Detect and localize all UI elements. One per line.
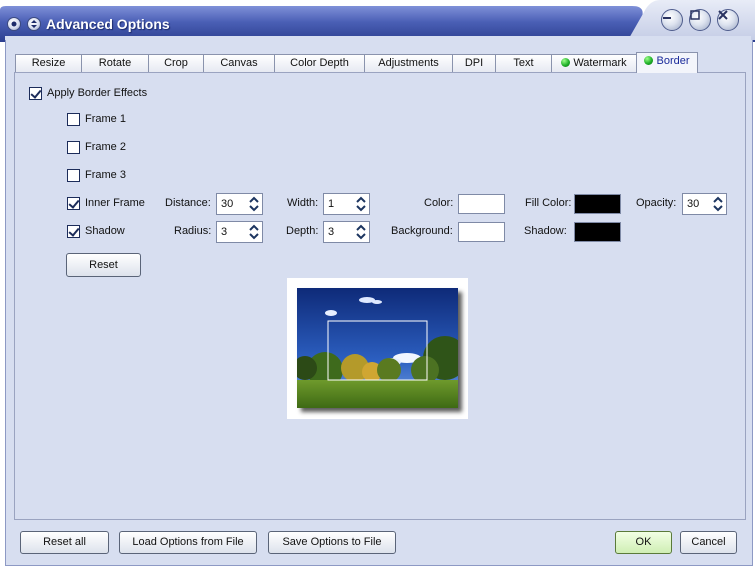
border-preview	[287, 278, 468, 419]
tab-label: Canvas	[220, 57, 258, 69]
spinner-arrows-icon[interactable]	[354, 195, 368, 213]
window-title: Advanced Options	[46, 16, 170, 32]
cancel-button[interactable]: Cancel	[680, 531, 737, 554]
tab-label: Border	[656, 55, 690, 67]
frame2-checkbox[interactable]	[67, 141, 80, 154]
load-options-button[interactable]: Load Options from File	[119, 531, 257, 554]
load-options-label: Load Options from File	[132, 536, 244, 548]
green-dot-icon	[644, 56, 654, 65]
tab-label: Color Depth	[290, 57, 349, 69]
save-options-label: Save Options to File	[282, 536, 382, 548]
depth-value: 3	[328, 226, 335, 238]
radius-label: Radius:	[174, 225, 212, 237]
tab-label: Text	[513, 57, 534, 69]
maximize-icon	[690, 10, 700, 20]
tab-dpi[interactable]: DPI	[452, 54, 496, 72]
reset-all-label: Reset all	[43, 536, 86, 548]
opacity-label: Opacity:	[636, 197, 677, 209]
tab-crop[interactable]: Crop	[148, 54, 204, 72]
fill-color-label: Fill Color:	[525, 197, 572, 209]
frame3-label: Frame 3	[85, 169, 126, 181]
radius-spinner[interactable]: 3	[216, 221, 263, 243]
minimize-button[interactable]	[661, 9, 683, 31]
shadow-checkbox[interactable]	[67, 225, 80, 238]
tab-text[interactable]: Text	[495, 54, 552, 72]
color-label: Color:	[424, 197, 454, 209]
tab-label: Resize	[31, 57, 66, 69]
tab-label: Watermark	[573, 57, 627, 69]
opacity-spinner[interactable]: 30	[682, 193, 727, 215]
tab-label: Rotate	[98, 57, 132, 69]
landscape-photo	[297, 288, 458, 408]
close-button[interactable]	[717, 9, 739, 31]
reset-button[interactable]: Reset	[66, 253, 141, 277]
frame2-label: Frame 2	[85, 141, 126, 153]
frame-color-swatch[interactable]	[458, 194, 505, 214]
ok-button[interactable]: OK	[615, 531, 672, 554]
close-icon	[718, 10, 728, 20]
save-options-button[interactable]: Save Options to File	[268, 531, 396, 554]
tab-adjustments[interactable]: Adjustments	[364, 54, 453, 72]
roll-up-button[interactable]	[27, 17, 41, 31]
apply-border-effects-checkbox[interactable]	[29, 87, 42, 100]
system-menu-button[interactable]	[7, 17, 21, 31]
shadow-label: Shadow	[85, 225, 125, 237]
radius-value: 3	[221, 226, 228, 238]
tab-label: Adjustments	[378, 57, 439, 69]
opacity-value: 30	[687, 198, 700, 210]
reset-all-button[interactable]: Reset all	[20, 531, 109, 554]
tab-label: DPI	[464, 57, 484, 69]
up-down-arrows-icon	[31, 20, 37, 28]
tab-color-depth[interactable]: Color Depth	[274, 54, 365, 72]
cancel-label: Cancel	[691, 536, 726, 548]
shadow-color-label: Shadow:	[524, 225, 567, 237]
tab-watermark[interactable]: Watermark	[551, 54, 637, 72]
tab-resize[interactable]: Resize	[15, 54, 82, 72]
frame1-checkbox[interactable]	[67, 113, 80, 126]
reset-button-label: Reset	[89, 259, 118, 271]
frame1-label: Frame 1	[85, 113, 126, 125]
spinner-arrows-icon[interactable]	[354, 223, 368, 241]
tab-canvas[interactable]: Canvas	[203, 54, 275, 72]
preview-landscape-image	[297, 288, 458, 408]
spinner-arrows-icon[interactable]	[247, 195, 261, 213]
fill-color-swatch[interactable]	[574, 194, 621, 214]
background-color-swatch[interactable]	[458, 222, 505, 242]
width-spinner[interactable]: 1	[323, 193, 370, 215]
distance-spinner[interactable]: 30	[216, 193, 263, 215]
shadow-color-swatch[interactable]	[574, 222, 621, 242]
apply-border-effects-label: Apply Border Effects	[47, 87, 148, 99]
inner-frame-label: Inner Frame	[85, 197, 145, 209]
inner-frame-checkbox[interactable]	[67, 197, 80, 210]
depth-spinner[interactable]: 3	[323, 221, 370, 243]
background-label: Background:	[391, 225, 453, 237]
width-value: 1	[328, 198, 335, 210]
green-dot-icon	[561, 58, 571, 67]
distance-label: Distance:	[165, 197, 211, 209]
tab-border[interactable]: Border	[636, 52, 698, 73]
minimize-icon	[663, 17, 671, 19]
title-bar[interactable]: Advanced Options	[0, 0, 755, 42]
distance-value: 30	[221, 198, 234, 210]
ok-label: OK	[635, 536, 652, 548]
tab-rotate[interactable]: Rotate	[81, 54, 149, 72]
width-label: Width:	[287, 197, 319, 209]
spinner-arrows-icon[interactable]	[711, 195, 725, 213]
frame3-checkbox[interactable]	[67, 169, 80, 182]
tab-label: Crop	[164, 57, 188, 69]
depth-label: Depth:	[286, 225, 319, 237]
dot-icon	[11, 21, 17, 27]
advanced-options-window: Advanced Options Resize Rotate Crop Canv…	[0, 0, 755, 569]
maximize-button[interactable]	[689, 9, 711, 31]
spinner-arrows-icon[interactable]	[247, 223, 261, 241]
